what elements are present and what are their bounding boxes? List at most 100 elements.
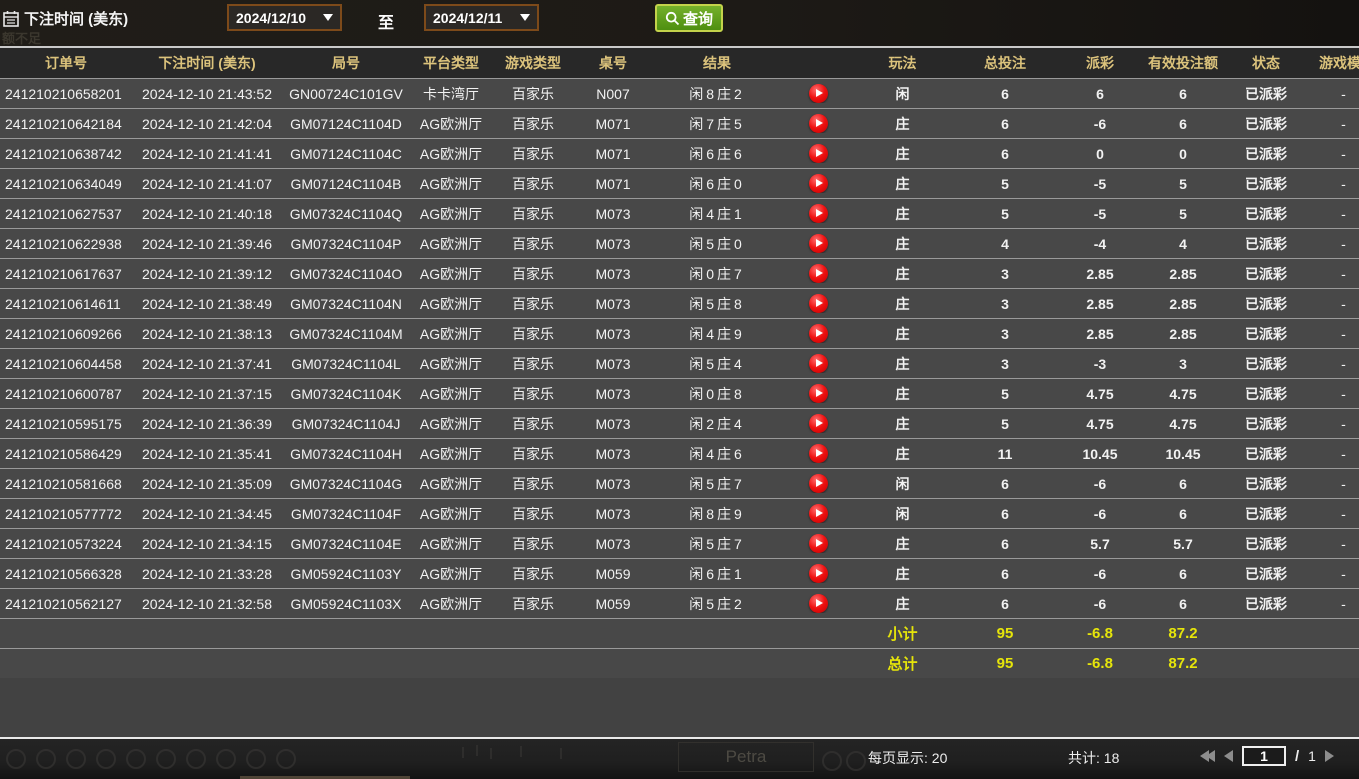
cell-play: 庄	[855, 204, 950, 224]
replay-video-icon[interactable]	[809, 444, 828, 463]
dimmed-background-text: 额不足	[2, 28, 41, 47]
dimmed-decor	[462, 747, 464, 758]
cell-play: 庄	[855, 144, 950, 164]
cell-game-extra: -	[1306, 296, 1359, 312]
replay-video-icon[interactable]	[809, 564, 828, 583]
grand-total-row: 总计 95 -6.8 87.2	[0, 648, 1359, 678]
dimmed-chip-decor	[276, 749, 296, 769]
cell-platform: AG欧洲厅	[410, 414, 492, 434]
cell-bet-time: 2024-12-10 21:41:07	[132, 176, 282, 192]
cell-video	[782, 204, 855, 223]
cell-play: 庄	[855, 444, 950, 464]
cell-total-bet: 6	[950, 146, 1060, 162]
cell-play: 闲	[855, 474, 950, 494]
cell-valid-bet: 6	[1140, 566, 1226, 582]
cell-platform: AG欧洲厅	[410, 354, 492, 374]
replay-video-icon[interactable]	[809, 84, 828, 103]
cell-video	[782, 114, 855, 133]
dimmed-decor	[490, 748, 492, 759]
cell-payout: 4.75	[1060, 416, 1140, 432]
cell-valid-bet: 0	[1140, 146, 1226, 162]
search-button[interactable]: 查询	[655, 4, 723, 32]
cell-payout: 2.85	[1060, 296, 1140, 312]
replay-video-icon[interactable]	[809, 264, 828, 283]
cell-platform: AG欧洲厅	[410, 114, 492, 134]
col-header-result: 结果	[652, 53, 782, 73]
table-row: 241210210658201 2024-12-10 21:43:52 GN00…	[0, 78, 1359, 108]
replay-video-icon[interactable]	[809, 234, 828, 253]
cell-round-no: GM07324C1104J	[282, 416, 410, 432]
cell-payout: -4	[1060, 236, 1140, 252]
dimmed-chip-decor	[36, 749, 56, 769]
cell-total-bet: 3	[950, 356, 1060, 372]
dimmed-chip-decor	[186, 749, 206, 769]
cell-platform: AG欧洲厅	[410, 384, 492, 404]
cell-result: 闲5庄0	[652, 234, 782, 254]
filter-bar: 额不足 下注时间 (美东) 2024/12/10 至 2024/12/11	[0, 0, 1359, 46]
cell-payout: 6	[1060, 86, 1140, 102]
replay-video-icon[interactable]	[809, 594, 828, 613]
cell-round-no: GM07324C1104G	[282, 476, 410, 492]
cell-video	[782, 534, 855, 553]
cell-order-no: 241210210586429	[0, 446, 132, 462]
date-from-select[interactable]: 2024/12/10	[227, 4, 342, 31]
table-row: 241210210566328 2024-12-10 21:33:28 GM05…	[0, 558, 1359, 588]
per-page-label: 每页显示: 20	[868, 748, 947, 768]
cell-status: 已派彩	[1226, 354, 1306, 374]
filter-title: 下注时间 (美东)	[24, 8, 128, 29]
first-page-button[interactable]	[1203, 750, 1215, 762]
cell-bet-time: 2024-12-10 21:43:52	[132, 86, 282, 102]
cell-game-extra: -	[1306, 86, 1359, 102]
cell-game-type: 百家乐	[492, 534, 574, 554]
next-page-button[interactable]	[1325, 750, 1334, 762]
cell-total-bet: 6	[950, 86, 1060, 102]
cell-status: 已派彩	[1226, 234, 1306, 254]
cell-table-no: N007	[574, 86, 652, 102]
replay-video-icon[interactable]	[809, 384, 828, 403]
replay-video-icon[interactable]	[809, 414, 828, 433]
cell-valid-bet: 5.7	[1140, 536, 1226, 552]
cell-bet-time: 2024-12-10 21:33:28	[132, 566, 282, 582]
replay-video-icon[interactable]	[809, 114, 828, 133]
dimmed-decor	[476, 745, 478, 756]
cell-game-type: 百家乐	[492, 324, 574, 344]
replay-video-icon[interactable]	[809, 204, 828, 223]
cell-valid-bet: 5	[1140, 176, 1226, 192]
cell-platform: AG欧洲厅	[410, 504, 492, 524]
cell-platform: AG欧洲厅	[410, 324, 492, 344]
cell-game-type: 百家乐	[492, 144, 574, 164]
cell-result: 闲4庄1	[652, 204, 782, 224]
table-empty-area	[0, 678, 1359, 737]
replay-video-icon[interactable]	[809, 354, 828, 373]
replay-video-icon[interactable]	[809, 534, 828, 553]
cell-total-bet: 6	[950, 506, 1060, 522]
replay-video-icon[interactable]	[809, 174, 828, 193]
cell-platform: AG欧洲厅	[410, 264, 492, 284]
cell-game-type: 百家乐	[492, 444, 574, 464]
replay-video-icon[interactable]	[809, 324, 828, 343]
date-to-select[interactable]: 2024/12/11	[424, 4, 539, 31]
cell-status: 已派彩	[1226, 264, 1306, 284]
pager-controls: / 1	[1203, 746, 1334, 766]
subtotal-label: 小计	[855, 623, 950, 644]
cell-play: 庄	[855, 354, 950, 374]
cell-table-no: M073	[574, 236, 652, 252]
cell-result: 闲2庄4	[652, 414, 782, 434]
cell-round-no: GM07324C1104F	[282, 506, 410, 522]
table-header: 订单号 下注时间 (美东) 局号 平台类型 游戏类型 桌号 结果 玩法 总投注 …	[0, 48, 1359, 78]
page-number-input[interactable]	[1242, 746, 1286, 766]
subtotal-valid-bet: 87.2	[1140, 625, 1226, 642]
prev-page-button[interactable]	[1224, 750, 1233, 762]
replay-video-icon[interactable]	[809, 294, 828, 313]
cell-round-no: GM07324C1104Q	[282, 206, 410, 222]
cell-round-no: GN00724C101GV	[282, 86, 410, 102]
cell-game-type: 百家乐	[492, 504, 574, 524]
cell-game-type: 百家乐	[492, 234, 574, 254]
cell-valid-bet: 4.75	[1140, 386, 1226, 402]
dimmed-chip-decor	[216, 749, 236, 769]
cell-game-type: 百家乐	[492, 84, 574, 104]
table-row: 241210210617637 2024-12-10 21:39:12 GM07…	[0, 258, 1359, 288]
replay-video-icon[interactable]	[809, 504, 828, 523]
replay-video-icon[interactable]	[809, 474, 828, 493]
replay-video-icon[interactable]	[809, 144, 828, 163]
